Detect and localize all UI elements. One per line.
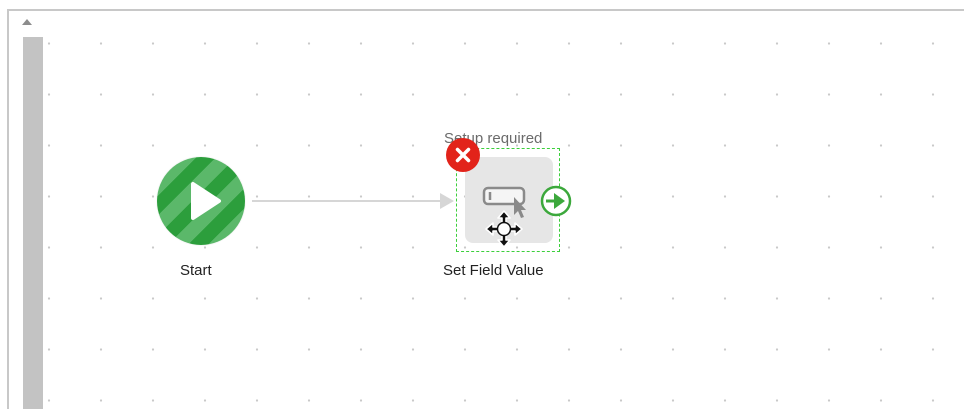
connector-arrowhead	[440, 193, 454, 209]
arrow-right-circle-icon	[540, 185, 572, 217]
scrollbar-thumb[interactable]	[23, 37, 43, 409]
set-field-value-label: Set Field Value	[443, 262, 544, 279]
play-icon	[191, 182, 221, 220]
close-icon	[455, 147, 471, 163]
start-node-label: Start	[180, 262, 212, 279]
connector-line[interactable]	[252, 200, 445, 202]
scroll-up-icon[interactable]	[21, 17, 33, 27]
vertical-scrollbar[interactable]	[9, 11, 45, 409]
move-cursor-icon	[484, 209, 524, 249]
start-node[interactable]	[157, 157, 245, 245]
output-port[interactable]	[539, 184, 573, 218]
error-badge[interactable]	[446, 138, 480, 172]
